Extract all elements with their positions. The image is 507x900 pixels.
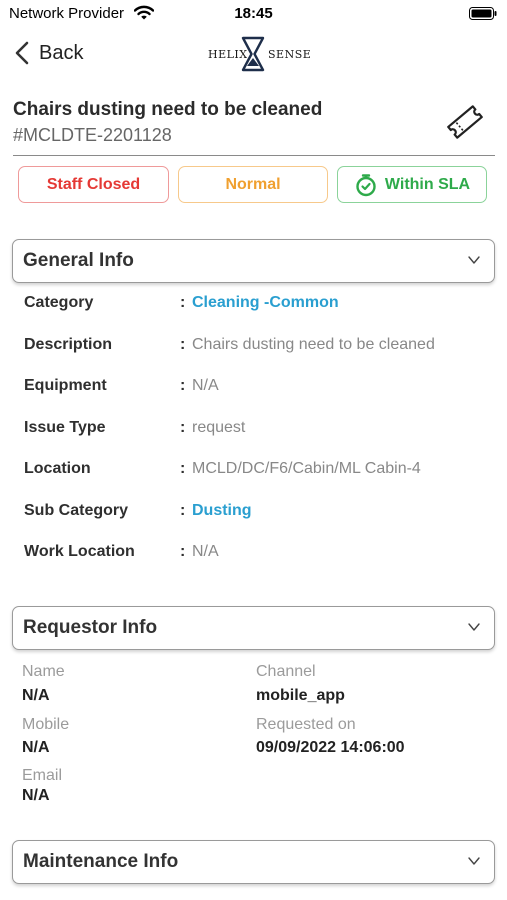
description-value: Chairs dusting need to be cleaned (192, 336, 435, 353)
info-label: Work Location (24, 543, 135, 560)
info-colon: : (180, 502, 186, 519)
helixsense-logo: HELIX SENSE (206, 36, 311, 72)
status-bar: Network Provider 18:45 (0, 0, 507, 28)
status-pill-label: Staff Closed (46, 175, 141, 193)
priority-pill: Normal (178, 166, 328, 203)
email-value: N/A (22, 787, 50, 804)
sub-category-value: Dusting (192, 502, 252, 519)
hourglass-logo-icon (241, 36, 265, 72)
requestor-info-header[interactable]: Requestor Info (12, 606, 495, 650)
info-colon: : (180, 460, 186, 477)
info-row-sub-category: Sub Category : Dusting (24, 502, 494, 526)
sla-pill: Within SLA (337, 166, 487, 203)
channel-value: mobile_app (256, 687, 345, 704)
back-button[interactable]: Back (14, 39, 83, 67)
ticket-number: #MCLDTE-2201128 (13, 125, 172, 145)
maintenance-info-header[interactable]: Maintenance Info (12, 840, 495, 884)
chevron-left-icon (15, 41, 29, 65)
info-label: Location (24, 460, 91, 477)
nav-bar: Back HELIX SENSE (0, 30, 507, 76)
chevron-down-icon (468, 256, 480, 264)
category-value: Cleaning -Common (192, 294, 339, 311)
back-label: Back (39, 41, 84, 64)
battery-icon (469, 7, 497, 20)
info-row-work-location: Work Location : N/A (24, 543, 494, 567)
info-row-location: Location : MCLD/DC/F6/Cabin/ML Cabin-4 (24, 460, 494, 484)
stopwatch-icon (356, 173, 376, 196)
info-row-issue-type: Issue Type : request (24, 419, 494, 443)
channel-label: Channel (256, 663, 316, 680)
issue-type-value: request (192, 419, 246, 436)
general-info-title: General Info (23, 250, 134, 271)
info-colon: : (180, 377, 186, 394)
requested-on-value: 09/09/2022 14:06:00 (256, 739, 405, 756)
info-colon: : (180, 543, 186, 560)
info-colon: : (180, 419, 186, 436)
ticket-icon[interactable] (444, 104, 486, 140)
ticket-title: Chairs dusting need to be cleaned (13, 99, 323, 120)
chevron-down-icon (468, 857, 480, 865)
requestor-name-value: N/A (22, 687, 50, 704)
work-location-value: N/A (192, 543, 219, 560)
sla-pill-label: Within SLA (384, 175, 471, 193)
status-time: 18:45 (234, 5, 273, 22)
status-pill: Staff Closed (18, 166, 169, 203)
priority-pill-label: Normal (225, 175, 281, 193)
info-row-category: Category : Cleaning -Common (24, 294, 494, 318)
info-label: Equipment (24, 377, 107, 394)
info-label: Sub Category (24, 502, 129, 519)
info-colon: : (180, 294, 186, 311)
info-label: Issue Type (24, 419, 106, 436)
general-info-header[interactable]: General Info (12, 239, 495, 283)
chevron-down-icon (468, 623, 480, 631)
location-value: MCLD/DC/F6/Cabin/ML Cabin-4 (192, 460, 421, 477)
equipment-value: N/A (192, 377, 219, 394)
email-label: Email (22, 767, 63, 784)
mobile-value: N/A (22, 739, 50, 756)
requested-on-label: Requested on (256, 716, 356, 733)
requestor-name-label: Name (22, 663, 65, 680)
info-row-equipment: Equipment : N/A (24, 377, 494, 401)
requestor-info-title: Requestor Info (23, 617, 158, 638)
maintenance-info-title: Maintenance Info (23, 851, 179, 872)
info-row-description: Description : Chairs dusting need to be … (24, 336, 494, 360)
mobile-label: Mobile (22, 716, 70, 733)
info-label: Description (24, 336, 113, 353)
logo-text-right: SENSE (268, 48, 312, 61)
title-divider (13, 155, 495, 156)
info-label: Category (24, 294, 94, 311)
info-colon: : (180, 336, 186, 353)
